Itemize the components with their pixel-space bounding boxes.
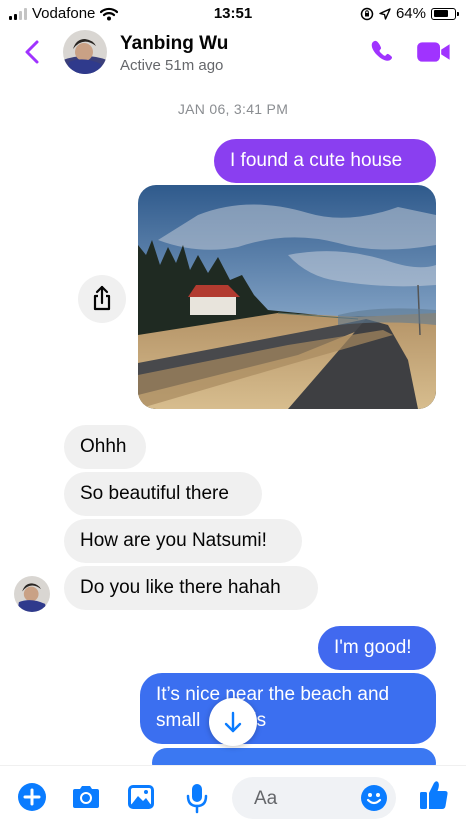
- contact-avatar[interactable]: [63, 30, 107, 74]
- contact-name[interactable]: Yanbing Wu: [120, 33, 228, 55]
- system-indicators: 64%: [360, 5, 459, 22]
- phone-icon[interactable]: [368, 38, 396, 66]
- location-icon: [379, 7, 391, 20]
- thumbs-up-icon[interactable]: [418, 778, 450, 812]
- conversation-header: Yanbing Wu Active 51m ago: [0, 30, 466, 80]
- message-input-container[interactable]: [232, 777, 396, 821]
- video-camera-icon[interactable]: [416, 38, 452, 66]
- message-text-line: It’s nice near the beach and: [156, 684, 390, 705]
- status-bar: Vodafone 13:51 64%: [0, 0, 466, 30]
- share-icon: [93, 285, 111, 311]
- message-incoming[interactable]: Do you like there hahah: [64, 566, 318, 610]
- arrow-down-icon: [224, 711, 242, 733]
- message-text: Ohhh: [80, 436, 127, 457]
- message-composer: [0, 765, 466, 830]
- message-text: I'm good!: [334, 637, 412, 658]
- emoji-icon[interactable]: [360, 784, 388, 812]
- message-text: So beautiful there: [80, 483, 229, 504]
- share-button[interactable]: [78, 275, 126, 323]
- contact-status: Active 51m ago: [120, 57, 224, 74]
- message-text: Do you like there hahah: [80, 577, 281, 598]
- battery-icon: [431, 7, 459, 20]
- message-incoming[interactable]: So beautiful there: [64, 472, 262, 516]
- camera-icon[interactable]: [70, 782, 102, 812]
- back-chevron-icon[interactable]: [20, 36, 44, 68]
- photo-icon[interactable]: [126, 782, 156, 812]
- microphone-icon[interactable]: [184, 782, 210, 814]
- message-text: I found a cute house: [230, 150, 403, 171]
- message-incoming[interactable]: How are you Natsumi!: [64, 519, 302, 563]
- message-input[interactable]: [252, 777, 366, 821]
- message-incoming[interactable]: Ohhh: [64, 425, 146, 469]
- orientation-lock-icon: [360, 7, 374, 20]
- shared-photo[interactable]: [138, 185, 436, 409]
- date-separator: JAN 06, 3:41 PM: [177, 101, 289, 117]
- message-outgoing[interactable]: I found a cute house: [214, 139, 436, 183]
- message-text: How are you Natsumi!: [80, 530, 267, 551]
- plus-icon[interactable]: [17, 782, 47, 812]
- message-text-line: small ls: [156, 710, 267, 731]
- scroll-to-bottom-button[interactable]: [209, 698, 257, 746]
- battery-percent: 64%: [395, 5, 426, 22]
- message-outgoing[interactable]: I'm good!: [318, 626, 436, 670]
- sender-avatar[interactable]: [14, 576, 50, 612]
- message-outgoing[interactable]: It’s nice near the beach and small ls: [140, 673, 436, 744]
